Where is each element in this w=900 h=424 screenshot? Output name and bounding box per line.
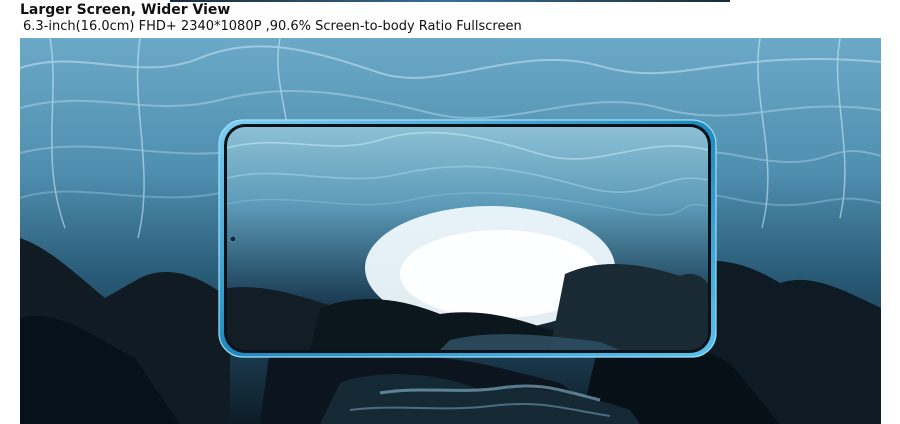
phone-screen <box>227 127 708 350</box>
section-subtitle: 6.3-inch(16.0cm) FHD+ 2340*1080P ,90.6% … <box>23 19 522 34</box>
section-title: Larger Screen, Wider View <box>20 2 231 18</box>
top-banner-edge <box>170 0 730 2</box>
product-banner-image <box>20 38 881 424</box>
ice-cave-scene <box>20 38 881 424</box>
smartphone <box>218 119 717 358</box>
